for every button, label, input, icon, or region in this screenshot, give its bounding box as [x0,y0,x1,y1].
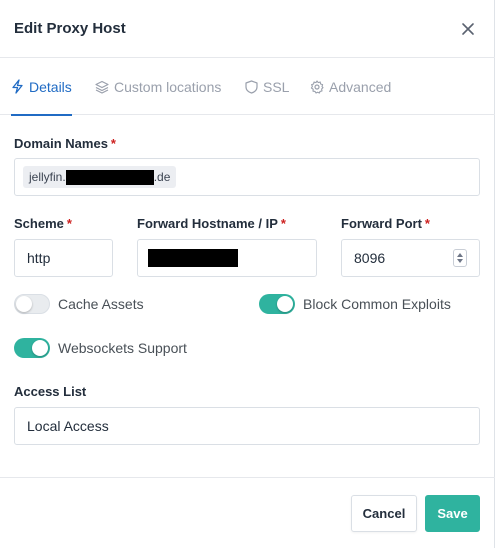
port-stepper[interactable] [453,249,467,267]
forward-port-label-text: Forward Port [341,216,422,231]
redacted-block [148,249,238,267]
gear-icon [310,79,324,94]
scheme-label: Scheme * [14,216,72,231]
domain-chip-prefix: jellyfin. [29,170,66,184]
required-mark: * [424,216,430,231]
scheme-value: http [27,250,51,266]
access-list-select[interactable]: Local Access [14,407,480,445]
close-icon[interactable] [459,20,477,38]
toggle-switch[interactable] [14,338,50,358]
cancel-button[interactable]: Cancel [351,495,417,532]
access-list-label: Access List [14,384,87,399]
dialog-header: Edit Proxy Host [0,0,495,58]
forward-hostname-label-text: Forward Hostname / IP [137,216,278,231]
forward-port-value: 8096 [354,250,386,266]
tab-ssl-label: SSL [263,78,290,95]
tab-details[interactable]: Details [11,58,72,116]
save-button[interactable]: Save [425,495,480,532]
toggle-knob [277,296,293,312]
toggle-switch[interactable] [14,294,50,314]
forward-port-label: Forward Port * [341,216,430,231]
forward-hostname-label: Forward Hostname / IP * [137,216,286,231]
required-mark: * [66,216,72,231]
scheme-label-text: Scheme [14,216,64,231]
shield-icon [245,79,258,94]
scheme-input[interactable]: http [14,239,113,277]
domain-names-label-text: Domain Names [14,136,108,151]
forward-hostname-input[interactable] [137,239,317,277]
cache-assets-label: Cache Assets [58,296,144,312]
tab-advanced-label: Advanced [329,78,392,95]
websockets-toggle[interactable]: Websockets Support [14,337,187,359]
domain-chip[interactable]: jellyfin. .de [23,166,177,188]
domain-chip-suffix: .de [153,170,171,184]
required-mark: * [280,216,286,231]
tab-details-label: Details [29,78,72,95]
forward-port-input[interactable]: 8096 [341,239,480,277]
tab-ssl[interactable]: SSL [245,58,289,115]
domain-names-label: Domain Names * [14,136,116,151]
domain-names-input[interactable]: jellyfin. .de [14,158,480,196]
dialog-footer: Cancel Save [0,477,495,548]
toggle-switch[interactable] [259,294,295,314]
access-list-value: Local Access [27,418,109,434]
block-exploits-toggle[interactable]: Block Common Exploits [259,293,451,315]
toggle-knob [32,340,48,356]
dialog-title: Edit Proxy Host [14,20,126,37]
required-mark: * [110,136,116,151]
tab-advanced[interactable]: Advanced [310,58,391,115]
tab-custom-locations-label: Custom locations [114,78,222,95]
toggle-knob [16,296,32,312]
tab-bar: Details Custom locations SSL Advanced [0,58,495,116]
bolt-icon [12,79,23,94]
tab-custom-locations[interactable]: Custom locations [95,58,221,115]
layers-icon [95,80,109,94]
block-exploits-label: Block Common Exploits [303,296,451,312]
redacted-block [65,169,154,185]
edit-proxy-host-dialog: Edit Proxy Host Details Custom locations… [0,0,495,548]
websockets-label: Websockets Support [58,340,187,356]
cache-assets-toggle[interactable]: Cache Assets [14,293,144,315]
